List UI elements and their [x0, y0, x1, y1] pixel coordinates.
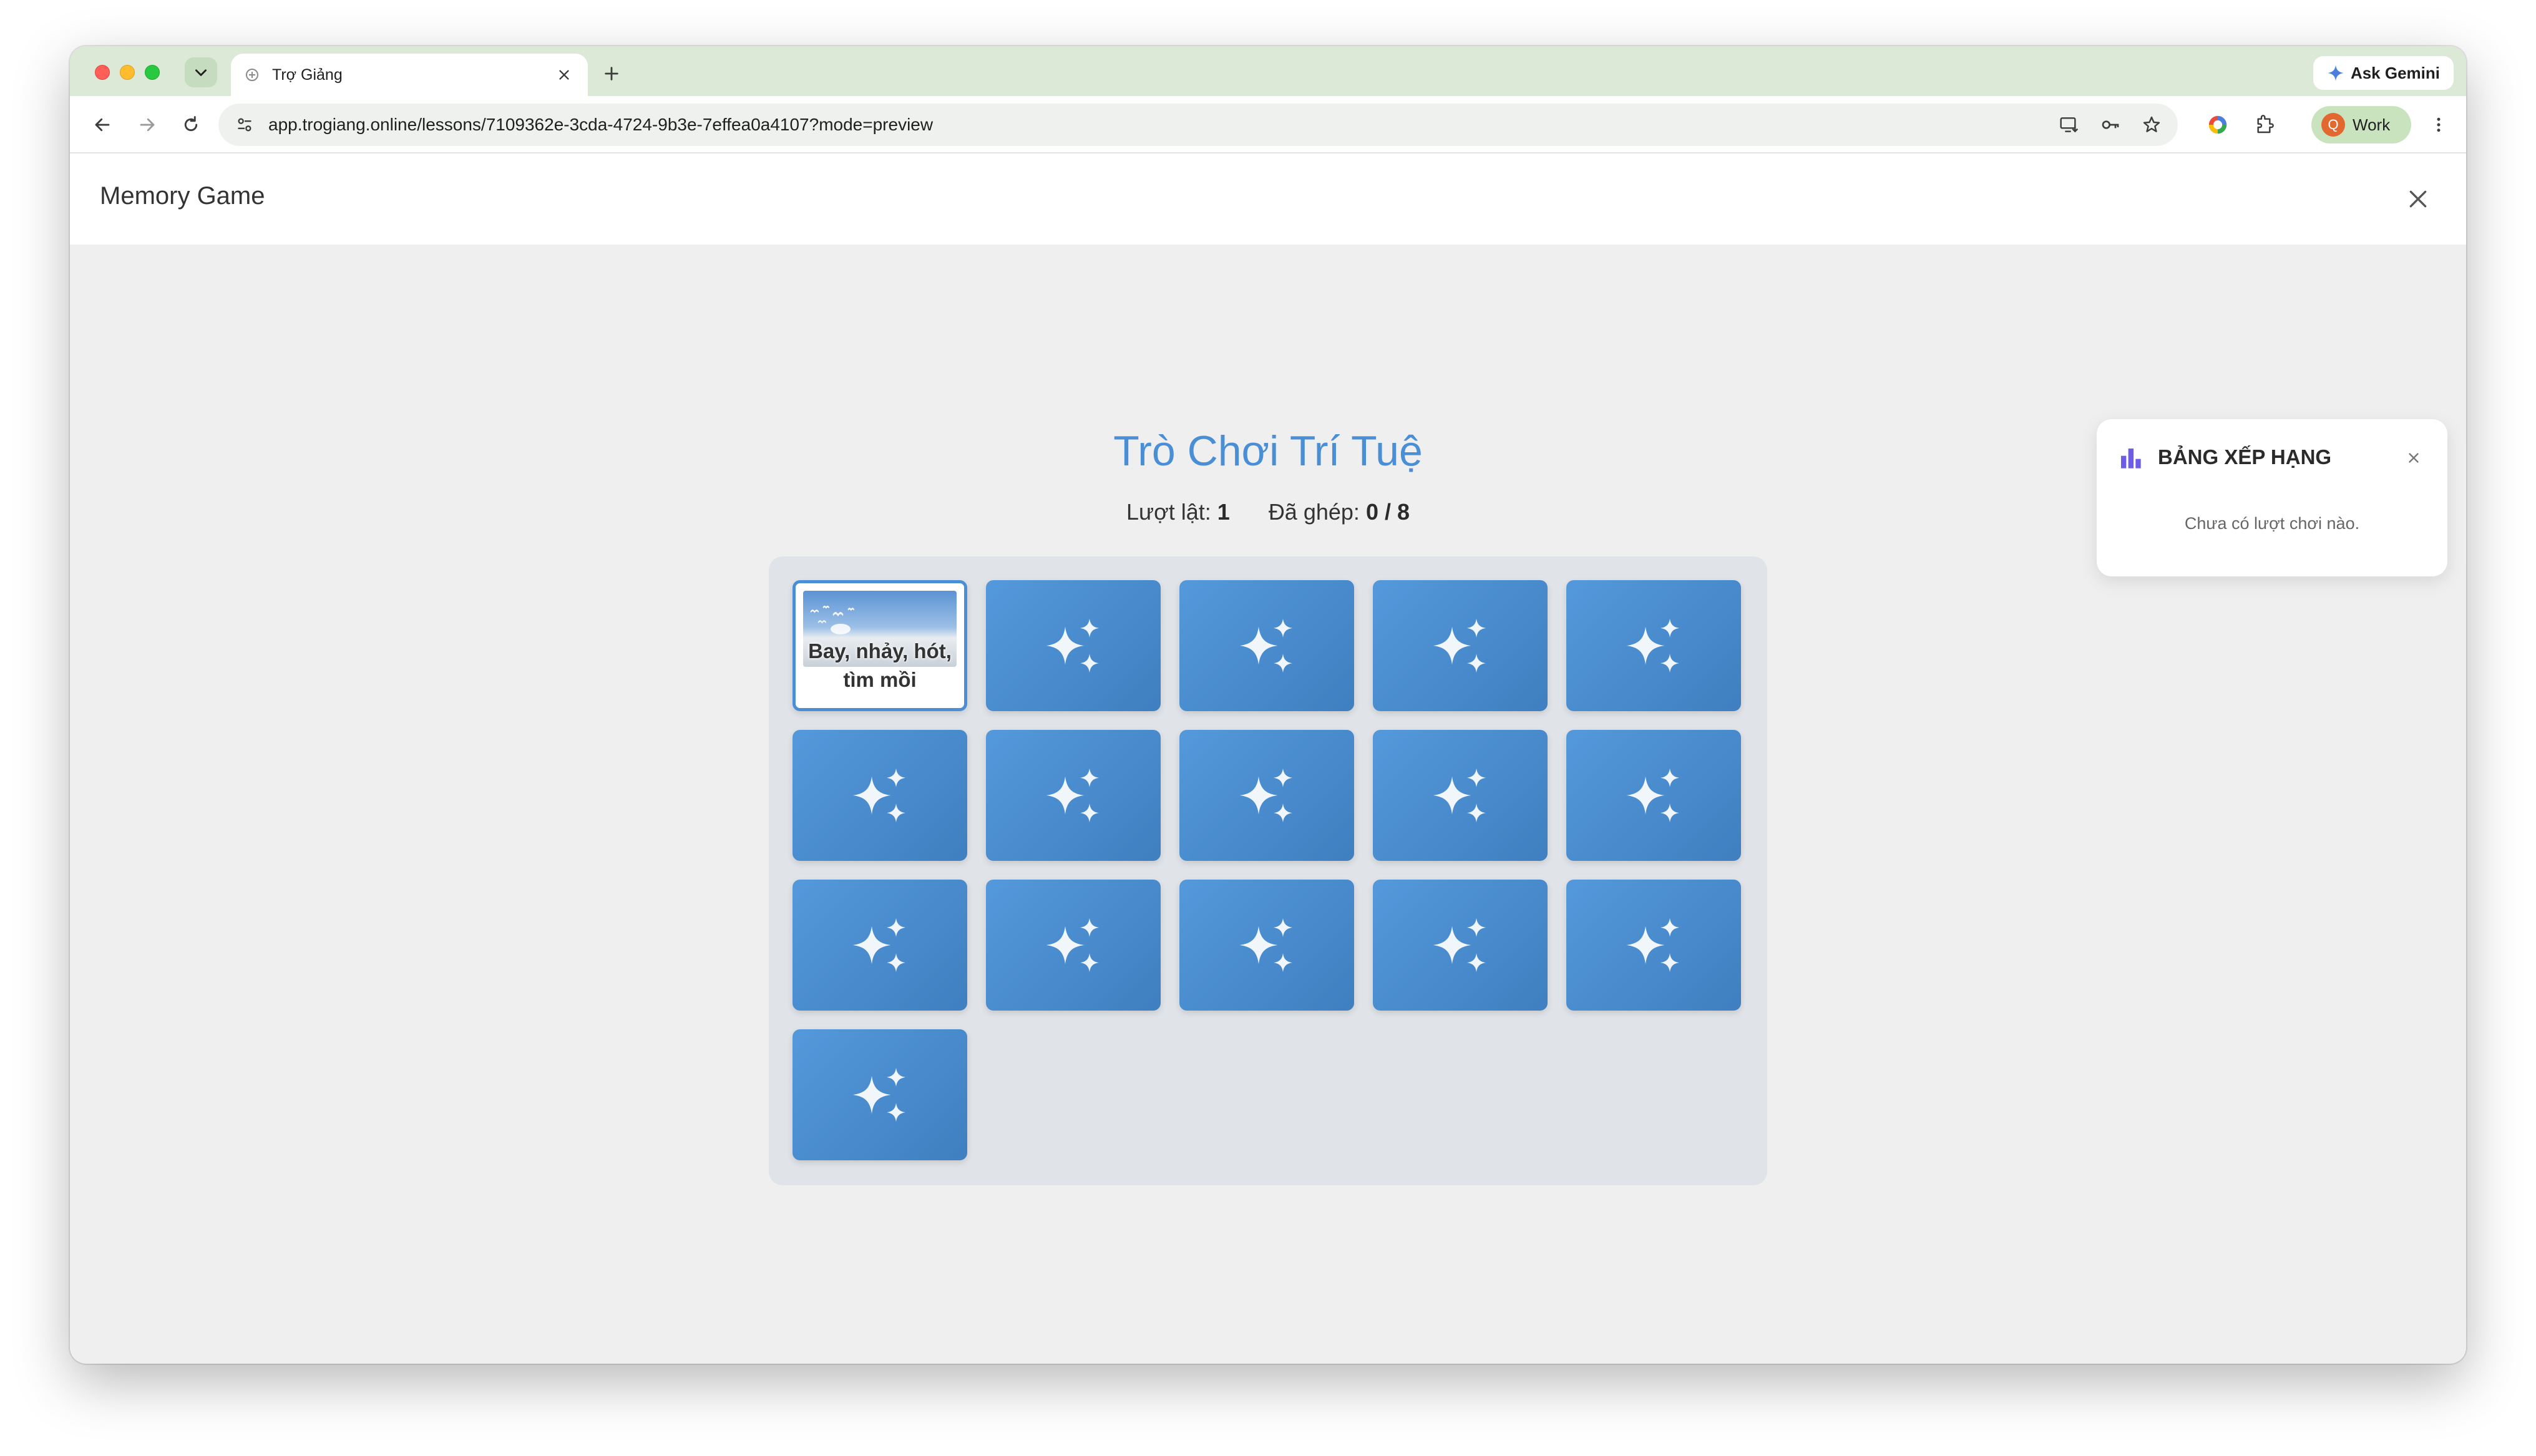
close-icon [2409, 190, 2427, 208]
browser-window: Trợ Giảng Ask Gemini app.trogiang.online… [70, 46, 2466, 1364]
tab-title: Trợ Giảng [272, 66, 343, 84]
sparkles-icon [1433, 618, 1486, 673]
extensions-puzzle-icon[interactable] [2250, 111, 2278, 138]
sparkles-icon [852, 1067, 906, 1122]
sparkles-icon [1433, 768, 1486, 823]
flip-count: Lượt lật: 1 [1126, 499, 1230, 525]
favicon-icon [243, 66, 261, 84]
bookmark-star-icon[interactable] [2139, 112, 2164, 137]
memory-card-face-down[interactable] [1566, 730, 1741, 861]
back-button[interactable] [89, 111, 116, 138]
memory-card-face-down[interactable] [1373, 730, 1548, 861]
memory-card-face-down[interactable] [1566, 880, 1741, 1011]
reload-button[interactable] [177, 111, 205, 138]
page-header: Memory Game [70, 153, 2466, 245]
profile-button[interactable]: Q Work [2311, 106, 2411, 143]
maximize-window-button[interactable] [145, 65, 160, 80]
sparkles-icon [852, 768, 906, 823]
memory-card-face-down[interactable] [1566, 580, 1741, 711]
sparkles-icon [1239, 768, 1293, 823]
match-count: Đã ghép: 0 / 8 [1268, 499, 1410, 525]
install-app-icon[interactable] [2057, 112, 2082, 137]
kebab-menu-icon [2437, 117, 2441, 132]
forward-button[interactable] [134, 111, 161, 138]
leaderboard-empty-text: Chưa có lượt chơi nào. [2184, 514, 2360, 533]
sparkles-icon [1239, 918, 1293, 973]
close-game-button[interactable] [2402, 183, 2434, 215]
reload-icon [184, 116, 198, 132]
memory-card-face-down[interactable] [1373, 880, 1548, 1011]
memory-card-face-down[interactable] [1179, 880, 1354, 1011]
memory-card-face-down[interactable] [1179, 730, 1354, 861]
arrow-right-icon [140, 118, 155, 132]
memory-card-face-down[interactable] [986, 730, 1161, 861]
sparkles-icon [852, 918, 906, 973]
site-settings-icon[interactable] [232, 112, 257, 137]
sparkles-icon [1046, 918, 1100, 973]
tab-strip: Trợ Giảng Ask Gemini [70, 46, 2466, 96]
tab-search-button[interactable] [185, 57, 217, 87]
page-title: Memory Game [100, 182, 265, 210]
sparkles-icon [1626, 618, 1680, 673]
avatar: Q [2321, 113, 2345, 137]
leaderboard-panel: BẢNG XẾP HẠNG Chưa có lượt chơi nào. [2097, 419, 2447, 576]
game-board: Bay, nhảy, hót, tìm mồi [769, 556, 1767, 1185]
plus-icon [605, 67, 618, 80]
browser-menu-button[interactable] [2425, 111, 2452, 138]
memory-card-face-down[interactable] [792, 1029, 967, 1160]
memory-card-face-down[interactable] [792, 880, 967, 1011]
arrow-left-icon [95, 118, 110, 132]
profile-label: Work [2353, 115, 2391, 134]
address-bar[interactable]: app.trogiang.online/lessons/7109362e-3cd… [218, 104, 2178, 146]
chevron-down-icon [195, 69, 207, 76]
gemini-sparkle-icon [2328, 65, 2344, 81]
memory-card-face-down[interactable] [792, 730, 967, 861]
tab-close-icon[interactable] [553, 64, 575, 86]
color-extension-icon[interactable] [2204, 111, 2231, 138]
sparkles-icon [1239, 618, 1293, 673]
new-tab-button[interactable] [598, 60, 625, 87]
memory-card-flipped[interactable]: Bay, nhảy, hót, tìm mồi [792, 580, 967, 711]
ask-gemini-label: Ask Gemini [2350, 63, 2440, 82]
browser-toolbar: app.trogiang.online/lessons/7109362e-3cd… [70, 96, 2466, 153]
memory-card-face-down[interactable] [1179, 580, 1354, 711]
close-window-button[interactable] [95, 65, 110, 80]
url-text: app.trogiang.online/lessons/7109362e-3cd… [268, 115, 934, 134]
close-icon [2409, 453, 2419, 463]
sparkles-icon [1626, 768, 1680, 823]
tab-active[interactable]: Trợ Giảng [231, 54, 588, 96]
sparkles-icon [1046, 768, 1100, 823]
memory-card-face-down[interactable] [986, 880, 1161, 1011]
card-text: Bay, nhảy, hót, tìm mồi [808, 639, 952, 691]
leaderboard-title: BẢNG XẾP HẠNG [2158, 445, 2332, 468]
sparkles-icon [1433, 918, 1486, 973]
leaderboard-close-button[interactable] [2402, 447, 2425, 469]
memory-card-face-down[interactable] [986, 580, 1161, 711]
minimize-window-button[interactable] [120, 65, 135, 80]
memory-card-face-down[interactable] [1373, 580, 1548, 711]
password-key-icon[interactable] [2098, 112, 2123, 137]
sparkles-icon [1626, 918, 1680, 973]
sparkles-icon [1046, 618, 1100, 673]
bar-chart-icon [2121, 449, 2141, 468]
ask-gemini-button[interactable]: Ask Gemini [2313, 56, 2454, 90]
